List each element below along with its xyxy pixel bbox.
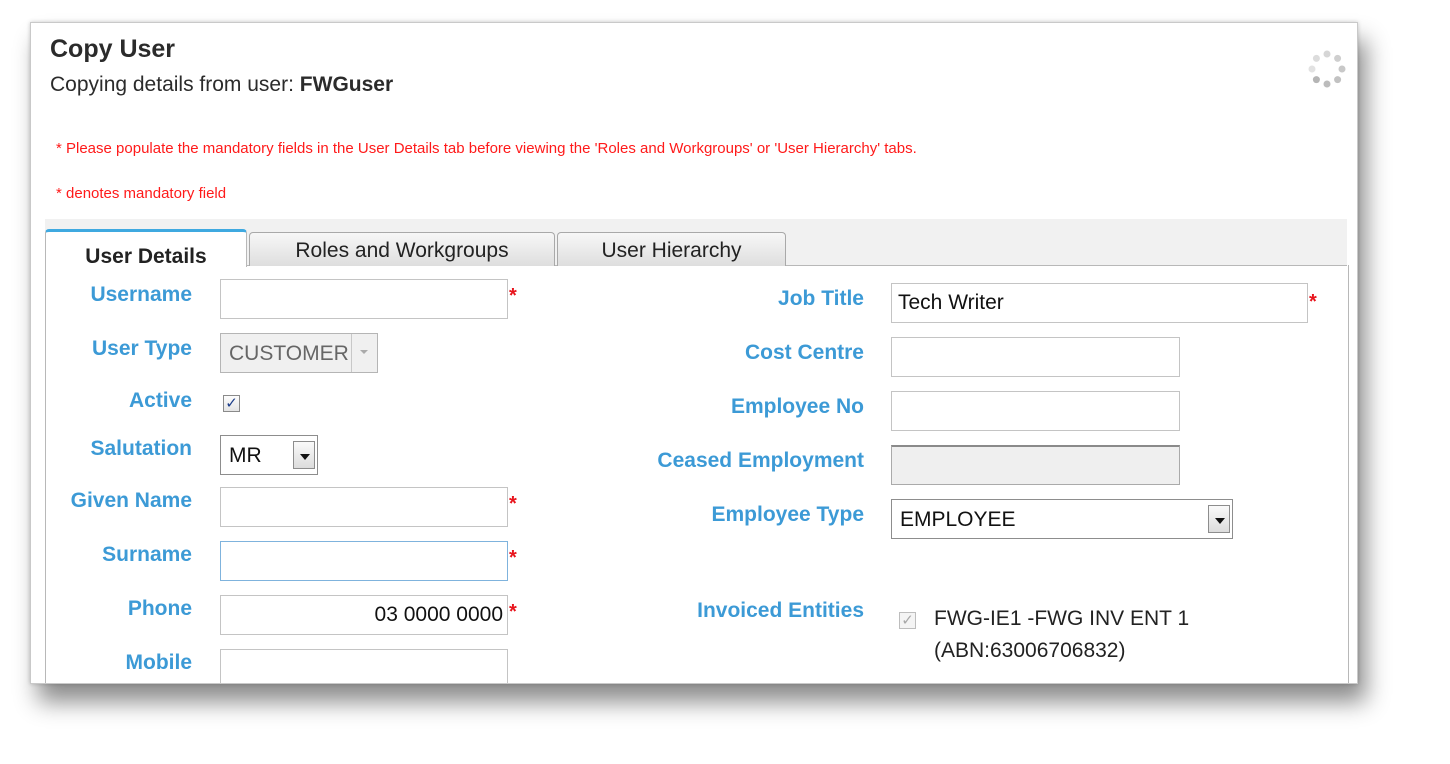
username-label: Username <box>90 283 192 306</box>
active-checkbox[interactable]: ✓ <box>223 395 240 412</box>
salutation-label: Salutation <box>90 437 192 460</box>
cost-centre-label: Cost Centre <box>744 341 864 364</box>
mobile-field[interactable] <box>220 649 508 683</box>
employee-type-select[interactable]: EMPLOYEE <box>891 499 1233 539</box>
ceased-employment-label: Ceased Employment <box>657 449 864 472</box>
tab-user-hierarchy[interactable]: User Hierarchy <box>557 232 786 266</box>
surname-label: Surname <box>102 543 192 566</box>
job-title-required-mark: * <box>1309 291 1317 313</box>
job-title-field[interactable] <box>891 283 1308 323</box>
chevron-down-icon <box>293 441 315 469</box>
username-field[interactable] <box>220 279 508 319</box>
mandatory-fields-warning: * Please populate the mandatory fields i… <box>56 140 917 157</box>
given-name-field[interactable] <box>220 487 508 527</box>
invoiced-entity-abn: (ABN:63006706832) <box>934 639 1126 662</box>
given-name-required-mark: * <box>509 493 517 515</box>
copy-user-dialog: Copy User Copying details from user: FWG… <box>30 22 1358 684</box>
employee-type-value: EMPLOYEE <box>900 508 1016 531</box>
given-name-label: Given Name <box>70 489 192 512</box>
page-subtitle: Copying details from user: FWGuser <box>50 73 393 97</box>
tab-user-details[interactable]: User Details <box>45 229 247 268</box>
mandatory-legend: * denotes mandatory field <box>56 185 227 202</box>
ceased-employment-field[interactable] <box>891 445 1180 485</box>
employee-no-label: Employee No <box>730 395 864 418</box>
job-title-label: Job Title <box>778 287 864 310</box>
salutation-value: MR <box>229 444 262 467</box>
spinner-icon <box>1308 50 1346 88</box>
surname-required-mark: * <box>509 547 517 569</box>
subtitle-prefix: Copying details from user: <box>50 73 294 96</box>
user-type-label: User Type <box>92 337 192 360</box>
chevron-down-icon <box>1208 505 1230 533</box>
username-required-mark: * <box>509 285 517 307</box>
mobile-label: Mobile <box>125 651 193 674</box>
source-username: FWGuser <box>299 73 394 96</box>
employee-no-field[interactable] <box>891 391 1180 431</box>
employee-type-label: Employee Type <box>711 503 865 526</box>
phone-field[interactable] <box>220 595 508 635</box>
phone-required-mark: * <box>509 601 517 623</box>
chevron-down-icon <box>351 334 377 372</box>
phone-label: Phone <box>127 597 192 620</box>
invoiced-entity-checkbox[interactable]: ✓ <box>899 612 916 629</box>
salutation-select[interactable]: MR <box>220 435 318 475</box>
surname-field[interactable] <box>220 541 508 581</box>
invoiced-entity-name: FWG-IE1 -FWG INV ENT 1 <box>934 607 1190 630</box>
invoiced-entity-item: FWG-IE1 -FWG INV ENT 1 (ABN:63006706832) <box>934 603 1189 667</box>
user-type-select[interactable]: CUSTOMER <box>220 333 378 373</box>
tab-roles-and-workgroups[interactable]: Roles and Workgroups <box>249 232 555 266</box>
active-label: Active <box>128 389 192 412</box>
user-type-value: CUSTOMER <box>229 342 349 365</box>
invoiced-entities-label: Invoiced Entities <box>697 599 864 622</box>
page-title: Copy User <box>50 35 176 63</box>
cost-centre-field[interactable] <box>891 337 1180 377</box>
